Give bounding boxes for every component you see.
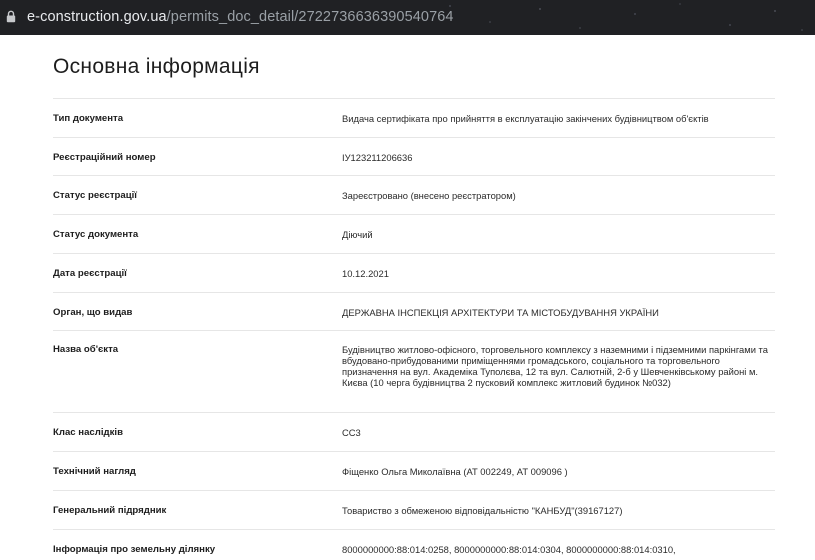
- info-row-land-plot: Інформація про земельну ділянку 80000000…: [53, 530, 775, 560]
- url-text[interactable]: e-construction.gov.ua/permits_doc_detail…: [27, 0, 454, 35]
- row-label: Статус документа: [53, 229, 139, 240]
- row-label: Інформація про земельну ділянку: [53, 544, 216, 555]
- row-label: Орган, що видав: [53, 307, 133, 318]
- row-label: Технічний нагляд: [53, 466, 136, 477]
- info-row-registration-status: Статус реєстрації Зареєстровано (внесено…: [53, 176, 775, 215]
- row-value: ІУ123211206636: [342, 152, 413, 163]
- browser-address-bar[interactable]: e-construction.gov.ua/permits_doc_detail…: [0, 0, 815, 35]
- row-label: Статус реєстрації: [53, 190, 137, 201]
- info-row-registration-date: Дата реєстрації 10.12.2021: [53, 254, 775, 293]
- info-row-registration-number: Реєстраційний номер ІУ123211206636: [53, 138, 775, 176]
- background-decoration: [430, 0, 815, 35]
- info-row-object-name: Назва об'єкта Будівництво житлово-офісно…: [53, 331, 775, 413]
- row-value: Товариство з обмеженою відповідальністю …: [342, 505, 623, 516]
- row-value: 10.12.2021: [342, 268, 389, 279]
- row-value: Будівництво житлово-офісного, торговельн…: [342, 344, 768, 388]
- url-host: e-construction.gov.ua: [27, 9, 167, 25]
- row-value: Фіщенко Ольга Миколаївна (АТ 002249, АТ …: [342, 466, 568, 477]
- info-row-document-type: Тип документа Видача сертифіката про при…: [53, 99, 775, 138]
- url-path: /permits_doc_detail/2722736636390540764: [166, 9, 454, 25]
- info-row-technical-supervision: Технічний нагляд Фіщенко Ольга Миколаївн…: [53, 452, 775, 491]
- row-value: СС3: [342, 427, 361, 438]
- row-label: Тип документа: [53, 113, 124, 124]
- info-row-general-contractor: Генеральний підрядник Товариство з обмеж…: [53, 491, 775, 530]
- info-row-issuing-authority: Орган, що видав ДЕРЖАВНА ІНСПЕКЦІЯ АРХІТ…: [53, 293, 775, 331]
- row-label: Реєстраційний номер: [53, 152, 156, 163]
- row-value: Зареєстровано (внесено реєстратором): [342, 190, 516, 201]
- row-value: 8000000000:88:014:0258, 8000000000:88:01…: [342, 544, 676, 555]
- row-value: ДЕРЖАВНА ІНСПЕКЦІЯ АРХІТЕКТУРИ ТА МІСТОБ…: [342, 307, 659, 318]
- lock-icon[interactable]: [6, 10, 16, 23]
- page-content: Основна інформація Тип документа Видача …: [0, 35, 815, 555]
- section-title: Основна інформація: [53, 55, 260, 78]
- row-value: Діючий: [342, 229, 373, 240]
- info-row-document-status: Статус документа Діючий: [53, 215, 775, 254]
- row-label: Клас наслідків: [53, 427, 123, 438]
- row-value: Видача сертифіката про прийняття в експл…: [342, 113, 709, 124]
- row-label: Дата реєстрації: [53, 268, 127, 279]
- info-row-consequence-class: Клас наслідків СС3: [53, 413, 775, 452]
- row-label: Генеральний підрядник: [53, 505, 167, 516]
- info-table: Тип документа Видача сертифіката про при…: [53, 98, 775, 560]
- row-label: Назва об'єкта: [53, 344, 119, 355]
